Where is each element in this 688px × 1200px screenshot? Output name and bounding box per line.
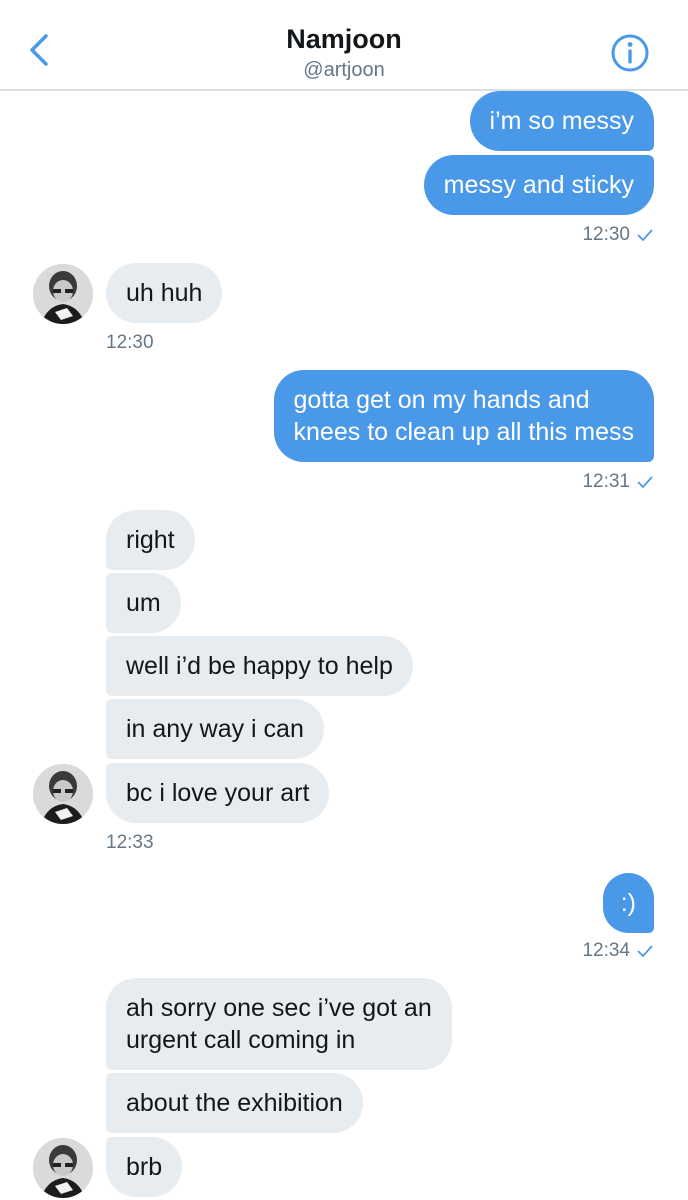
avatar[interactable] bbox=[33, 764, 93, 824]
incoming-message[interactable]: ah sorry one sec i’ve got an urgent call… bbox=[106, 978, 452, 1070]
info-icon bbox=[611, 34, 649, 72]
message-text: um bbox=[126, 589, 161, 617]
incoming-message[interactable]: uh huh bbox=[106, 263, 223, 323]
avatar[interactable] bbox=[33, 264, 93, 324]
incoming-message[interactable]: about the exhibition bbox=[106, 1073, 363, 1133]
incoming-message[interactable]: um bbox=[106, 573, 181, 633]
message-text: well i’d be happy to help bbox=[126, 652, 393, 680]
outgoing-message[interactable]: gotta get on my hands and knees to clean… bbox=[273, 370, 654, 462]
message-text: brb bbox=[126, 1153, 163, 1181]
checkmark-icon bbox=[637, 945, 653, 958]
avatar-photo bbox=[33, 1138, 93, 1198]
message-line: ah sorry one sec i’ve got an bbox=[126, 994, 432, 1022]
message-timestamp: 12:31 bbox=[582, 471, 654, 493]
incoming-message[interactable]: in any way i can bbox=[106, 699, 324, 759]
message-line: knees to clean up all this mess bbox=[293, 418, 634, 446]
message-text: i’m so messy bbox=[489, 107, 634, 135]
message-text: in any way i can bbox=[126, 715, 304, 743]
incoming-message[interactable]: bc i love your art bbox=[106, 763, 330, 823]
message-text: uh huh bbox=[126, 279, 203, 307]
message-timestamp: 12:34 bbox=[582, 940, 654, 962]
message-text: right bbox=[126, 526, 175, 554]
message-text: bc i love your art bbox=[126, 779, 310, 807]
checkmark-icon bbox=[637, 229, 653, 242]
outgoing-message[interactable]: i’m so messy bbox=[469, 91, 654, 151]
message-line: urgent call coming in bbox=[126, 1026, 356, 1054]
message-timestamp: 12:33 bbox=[106, 832, 154, 853]
checkmark-icon bbox=[637, 476, 653, 489]
message-text: :) bbox=[620, 889, 636, 917]
message-line: gotta get on my hands and bbox=[293, 386, 590, 414]
avatar[interactable] bbox=[33, 1138, 93, 1198]
contact-name[interactable]: Namjoon bbox=[0, 24, 688, 55]
message-text: about the exhibition bbox=[126, 1089, 343, 1117]
message-text: messy and sticky bbox=[443, 171, 634, 199]
avatar-photo bbox=[33, 264, 93, 324]
info-button[interactable] bbox=[610, 33, 650, 73]
avatar-photo bbox=[33, 764, 93, 824]
outgoing-message[interactable]: messy and sticky bbox=[423, 155, 654, 215]
message-timestamp: 12:30 bbox=[106, 332, 154, 353]
conversation-header: Namjoon @artjoon bbox=[0, 0, 688, 91]
incoming-message[interactable]: right bbox=[106, 510, 195, 570]
contact-handle[interactable]: @artjoon bbox=[0, 59, 688, 82]
incoming-message[interactable]: well i’d be happy to help bbox=[106, 636, 413, 696]
incoming-message[interactable]: brb bbox=[106, 1137, 183, 1197]
message-timestamp: 12:30 bbox=[582, 224, 654, 246]
outgoing-message[interactable]: :) bbox=[602, 873, 654, 933]
